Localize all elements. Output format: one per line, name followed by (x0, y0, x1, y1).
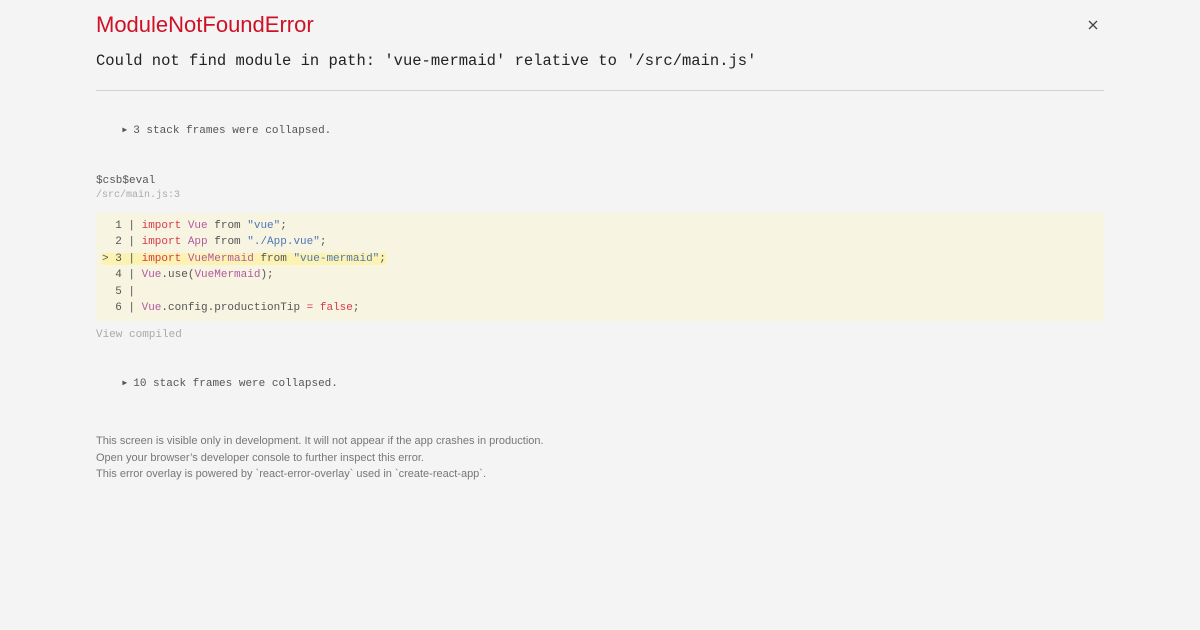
code-line-highlighted: > 3 | import VueMermaid from "vue-mermai… (96, 251, 1104, 267)
footer-line: This screen is visible only in developme… (96, 435, 544, 448)
line-number: 4 | (102, 269, 142, 282)
code-line: 2 | import App from "./App.vue"; (96, 234, 1104, 250)
code-line: 6 | Vue.config.productionTip = false; (96, 300, 1104, 316)
code-snippet: 1 | import Vue from "vue"; 2 | import Ap… (96, 213, 1104, 322)
line-number: > 3 | (102, 252, 142, 265)
view-compiled-link[interactable]: View compiled (96, 327, 1104, 343)
triangle-right-icon: ▶ (122, 126, 128, 135)
code-line: 1 | import Vue from "vue"; (96, 218, 1104, 234)
footer-line: This error overlay is powered by `react-… (96, 468, 487, 481)
collapsed-frames-label: 3 stack frames were collapsed. (133, 125, 332, 137)
collapsed-frames-label: 10 stack frames were collapsed. (133, 378, 338, 391)
triangle-right-icon: ▶ (122, 379, 128, 389)
error-message: Could not find module in path: 'vue-merm… (96, 52, 757, 70)
stack-frame-location[interactable]: /src/main.js:3 (96, 189, 1104, 203)
error-header: ModuleNotFoundError (96, 10, 1104, 40)
code-content: import VueMermaid from "vue-mermaid"; (141, 252, 386, 265)
code-content: Vue.use(VueMermaid); (141, 269, 274, 282)
collapsed-frames-toggle-top[interactable]: ▶ 3 stack frames were collapsed. (96, 107, 1104, 156)
footer-line: Open your browser’s developer console to… (96, 451, 424, 464)
divider (96, 90, 1104, 91)
code-content: import Vue from "vue"; (141, 220, 287, 232)
line-number: 2 | (102, 236, 142, 249)
code-content: Vue.config.productionTip = false; (141, 301, 360, 314)
line-number: 6 | (102, 301, 142, 314)
code-line: 4 | Vue.use(VueMermaid); (96, 267, 1104, 283)
line-number: 5 | (102, 285, 142, 298)
close-button[interactable] (1082, 14, 1104, 36)
close-icon (1088, 20, 1098, 30)
collapsed-frames-toggle-bottom[interactable]: ▶ 10 stack frames were collapsed. (96, 360, 1104, 409)
error-title: ModuleNotFoundError (96, 12, 314, 37)
footer-notice: This screen is visible only in developme… (96, 433, 1104, 483)
line-number: 1 | (102, 220, 142, 232)
code-content: import App from "./App.vue"; (141, 236, 327, 249)
stack-frame-function: $csb$eval (96, 175, 156, 187)
error-overlay: ModuleNotFoundError Could not find modul… (0, 0, 1200, 630)
code-line: 5 | (96, 284, 1104, 300)
